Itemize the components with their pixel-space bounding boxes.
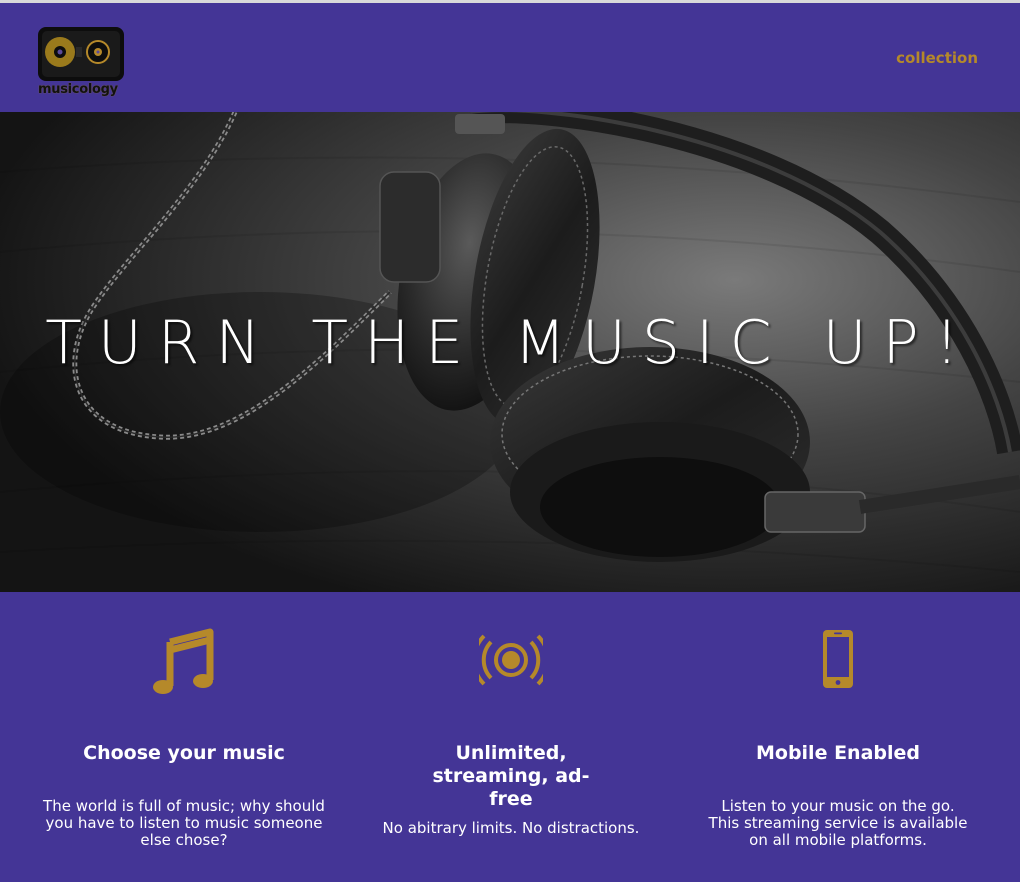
features-section: Choose your music The world is full of m… xyxy=(0,592,1020,882)
feature-choose-music: Choose your music The world is full of m… xyxy=(14,592,354,882)
feature-title: Unlimited, streaming, ad-free xyxy=(432,742,590,810)
mobile-phone-icon xyxy=(821,628,855,694)
feature-unlimited-streaming: Unlimited, streaming, ad-free No abitrar… xyxy=(341,592,681,882)
navbar: musicology collection xyxy=(0,3,1020,112)
feature-title: Mobile Enabled xyxy=(755,742,920,764)
feature-title: Choose your music xyxy=(83,742,285,764)
feature-description: Listen to your music on the go. This str… xyxy=(708,797,968,849)
feature-mobile-enabled: Mobile Enabled Listen to your music on t… xyxy=(668,592,1008,882)
feature-description: No abitrary limits. No distractions. xyxy=(382,819,640,837)
hero-title: TURN THE MUSIC UP! xyxy=(45,308,975,378)
broadcast-icon xyxy=(472,628,550,696)
logo-text: musicology xyxy=(38,82,118,97)
hero-banner: TURN THE MUSIC UP! xyxy=(0,112,1020,592)
music-note-icon xyxy=(152,628,216,700)
nav-link-collection[interactable]: collection xyxy=(896,49,978,67)
feature-description: The world is full of music; why should y… xyxy=(43,797,325,849)
